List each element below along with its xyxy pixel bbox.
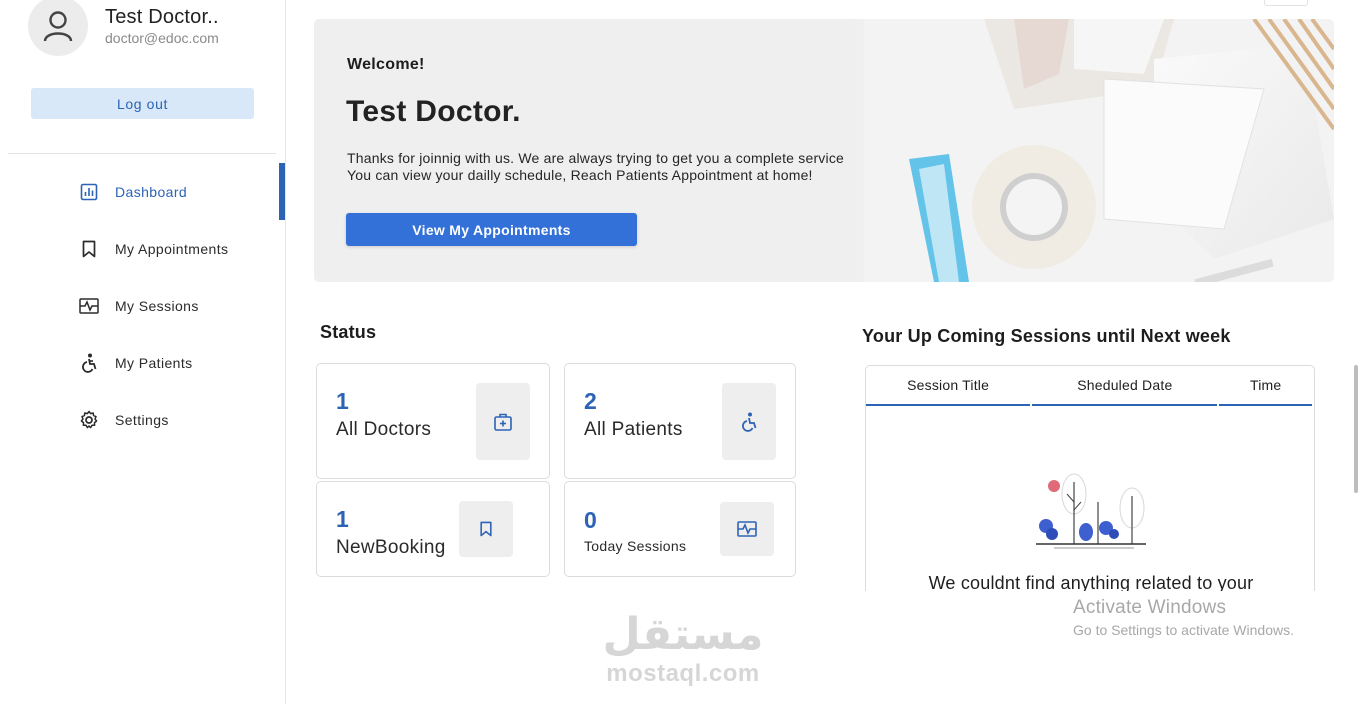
sidebar-item-settings[interactable]: Settings: [0, 391, 286, 448]
doctor-case-icon: [476, 383, 530, 460]
patient-icon: [79, 353, 99, 373]
empty-state-message: We couldnt find anything related to your: [928, 573, 1254, 591]
page-scrollbar[interactable]: [1354, 365, 1358, 493]
bookmark-icon: [459, 501, 513, 557]
user-avatar-icon: [28, 0, 88, 56]
card-label: All Doctors: [336, 419, 432, 440]
card-label: NewBooking: [336, 537, 446, 558]
welcome-message: Thanks for joinnig with us. We are alway…: [347, 150, 844, 184]
watermark-brand-english: mostaql.com: [606, 660, 760, 687]
upcoming-sessions-table: Session Title Sheduled Date Time We coul…: [865, 365, 1315, 591]
upcoming-sessions-heading: Your Up Coming Sessions until Next week: [862, 326, 1231, 346]
doctor-name-heading: Test Doctor.: [346, 95, 521, 128]
column-header-time[interactable]: Time: [1219, 366, 1312, 406]
sidebar-nav: Dashboard My Appointments My Sessions My…: [0, 163, 286, 448]
sidebar-item-label: My Appointments: [115, 240, 229, 257]
sidebar-item-dashboard[interactable]: Dashboard: [0, 163, 286, 220]
status-card-all-doctors[interactable]: 1 All Doctors: [316, 363, 550, 479]
card-value: 1: [336, 506, 349, 532]
card-label: All Patients: [584, 419, 683, 440]
card-value: 0: [584, 507, 597, 533]
card-label: Today Sessions: [584, 538, 687, 554]
card-value: 1: [336, 388, 349, 414]
empty-state-illustration: [1036, 473, 1146, 549]
gear-icon: [79, 410, 99, 430]
table-header: Session Title Sheduled Date Time: [866, 366, 1314, 406]
banner-medical-supplies-image: [864, 19, 1334, 282]
activate-windows-subtitle: Go to Settings to activate Windows.: [1073, 622, 1294, 638]
sidebar-item-my-appointments[interactable]: My Appointments: [0, 220, 286, 277]
profile-email: doctor@edoc.com: [105, 30, 219, 46]
profile: Test Doctor.. doctor@edoc.com: [28, 0, 219, 56]
welcome-message-line: You can view your dailly schedule, Reach…: [347, 167, 813, 183]
welcome-banner: Welcome! Test Doctor. Thanks for joinnig…: [314, 19, 1334, 282]
sidebar-item-label: My Sessions: [115, 297, 199, 314]
patient-icon: [722, 383, 776, 460]
dashboard-icon: [79, 182, 99, 202]
view-my-appointments-button[interactable]: View My Appointments: [346, 213, 637, 246]
sessions-icon: [720, 502, 774, 556]
sidebar-item-my-patients[interactable]: My Patients: [0, 334, 286, 391]
status-card-all-patients[interactable]: 2 All Patients: [564, 363, 796, 479]
profile-name: Test Doctor..: [105, 6, 219, 28]
sidebar-divider: [8, 153, 276, 154]
sidebar-item-label: Dashboard: [115, 183, 188, 200]
activate-windows-title: Activate Windows: [1073, 597, 1227, 618]
logout-button[interactable]: Log out: [31, 88, 254, 119]
welcome-text: Welcome!: [347, 56, 425, 73]
status-card-new-booking[interactable]: 1 NewBooking: [316, 481, 550, 577]
sidebar-item-label: Settings: [115, 411, 169, 428]
column-header-scheduled-date[interactable]: Sheduled Date: [1032, 366, 1218, 406]
card-value: 2: [584, 388, 597, 414]
bookmark-icon: [79, 239, 99, 259]
top-control[interactable]: [1264, 0, 1308, 6]
watermark-brand-arabic: مستقل: [602, 609, 764, 660]
sidebar-item-my-sessions[interactable]: My Sessions: [0, 277, 286, 334]
mostaql-watermark: مستقل mostaql.com: [598, 610, 768, 688]
welcome-message-line: Thanks for joinnig with us. We are alway…: [347, 150, 845, 166]
sessions-icon: [79, 296, 99, 316]
sidebar: Test Doctor.. doctor@edoc.com Log out Da…: [0, 0, 286, 704]
status-heading: Status: [320, 322, 377, 342]
status-card-today-sessions[interactable]: 0 Today Sessions: [564, 481, 796, 577]
column-header-session-title[interactable]: Session Title: [866, 366, 1031, 406]
sidebar-item-label: My Patients: [115, 354, 193, 371]
